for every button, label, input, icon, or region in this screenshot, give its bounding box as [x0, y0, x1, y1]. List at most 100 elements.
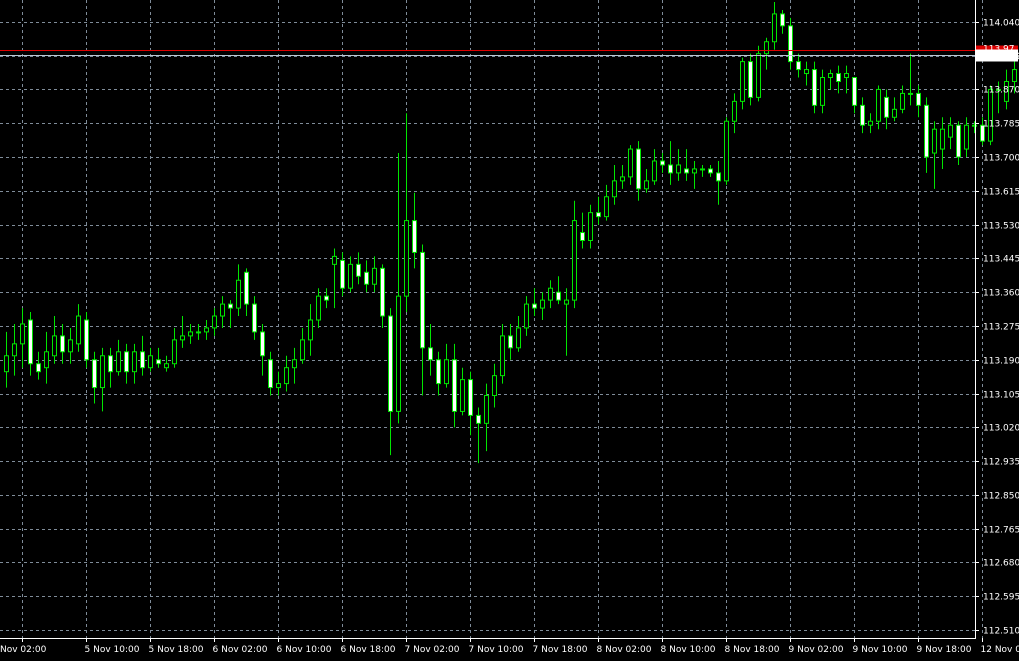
chart-background — [0, 0, 1019, 661]
bull-candle-body — [100, 355, 105, 389]
bull-candle-body — [316, 295, 321, 321]
bull-candle-body — [724, 120, 729, 182]
candle[interactable] — [748, 53, 753, 106]
bear-candle-body — [428, 347, 433, 361]
bear-candle-body — [636, 148, 641, 190]
bear-candle-body — [884, 96, 889, 118]
bull-candle-body — [804, 69, 809, 75]
time-tick-label: 8 Nov 18:00 — [725, 645, 780, 655]
price-tick-label: 113.785 — [983, 120, 1019, 130]
price-tick-label: 113.700 — [983, 154, 1019, 164]
price-tick-label: 113.870 — [983, 86, 1019, 96]
bear-candle-body — [260, 331, 265, 357]
candle[interactable] — [724, 117, 729, 185]
price-tick-label: 112.680 — [983, 559, 1019, 569]
bear-candle-body — [420, 251, 425, 349]
ask-price-tag-text: 113.957 — [982, 52, 1019, 62]
bull-candle-body — [908, 92, 913, 95]
candle[interactable] — [788, 17, 793, 70]
bull-candle-body — [500, 335, 505, 377]
price-tick-label: 112.510 — [983, 627, 1019, 637]
bear-candle-body — [532, 303, 537, 309]
bull-candle-body — [20, 323, 25, 345]
bull-candle-body — [292, 359, 297, 369]
bull-candle-body — [964, 124, 969, 150]
bull-candle-body — [676, 164, 681, 174]
bull-candle-body — [372, 267, 377, 285]
bear-candle-body — [916, 92, 921, 106]
bear-candle-body — [60, 335, 65, 353]
candle[interactable] — [812, 61, 817, 114]
bull-candle-body — [12, 343, 17, 357]
bull-candle-body — [180, 335, 185, 341]
bear-candle-body — [268, 359, 273, 389]
bull-candle-body — [444, 359, 449, 385]
bull-candle-body — [628, 148, 633, 178]
bull-candle-body — [572, 220, 577, 301]
bull-candle-body — [644, 180, 649, 190]
price-tick-label: 113.530 — [983, 222, 1019, 232]
bull-candle-body — [276, 383, 281, 389]
bull-candle-body — [940, 128, 945, 150]
bull-candle-body — [828, 73, 833, 79]
price-tick-label: 112.595 — [983, 593, 1019, 603]
price-tick-label: 113.445 — [983, 255, 1019, 265]
bull-candle-body — [300, 339, 305, 361]
price-tick-label: 114.040 — [983, 19, 1019, 29]
time-tick-label: 9 Nov 02:00 — [789, 645, 844, 655]
bull-candle-body — [732, 100, 737, 122]
bull-candle-body — [932, 128, 937, 154]
bear-candle-body — [780, 13, 785, 27]
candlestick-chart-svg[interactable]: 114.040113.955113.870113.785113.700113.6… — [0, 0, 1019, 661]
bear-candle-body — [468, 379, 473, 416]
bear-candle-body — [956, 124, 961, 158]
time-tick-label: 5 Nov 10:00 — [85, 645, 140, 655]
candle[interactable] — [756, 45, 761, 102]
bear-candle-body — [748, 61, 753, 98]
bull-candle-body — [740, 61, 745, 102]
time-tick-label: 8 Nov 02:00 — [597, 645, 652, 655]
bear-candle-body — [436, 359, 441, 385]
bear-candle-body — [140, 351, 145, 369]
bull-candle-body — [588, 212, 593, 241]
bear-candle-body — [108, 355, 113, 373]
bear-candle-body — [836, 73, 841, 82]
bull-candle-body — [188, 331, 193, 337]
bull-candle-body — [396, 295, 401, 412]
bull-candle-body — [772, 13, 777, 43]
bull-candle-body — [460, 379, 465, 412]
bear-candle-body — [92, 359, 97, 389]
time-tick-label: 6 Nov 10:00 — [277, 645, 332, 655]
bear-candle-body — [708, 168, 713, 174]
bull-candle-body — [1012, 69, 1017, 82]
time-tick-label: 5 Nov 18:00 — [149, 645, 204, 655]
bear-candle-body — [860, 104, 865, 126]
bull-candle-body — [604, 196, 609, 218]
bull-candle-body — [196, 331, 201, 334]
bull-candle-body — [900, 92, 905, 110]
bull-candle-body — [236, 279, 241, 309]
bull-candle-body — [164, 363, 169, 369]
price-tick-label: 112.850 — [983, 492, 1019, 502]
bull-candle-body — [204, 327, 209, 333]
bear-candle-body — [364, 271, 369, 285]
bull-candle-body — [540, 299, 545, 309]
bear-candle-body — [452, 359, 457, 412]
bear-candle-body — [684, 168, 689, 174]
bull-candle-body — [876, 88, 881, 122]
bear-candle-body — [84, 319, 89, 361]
price-chart[interactable]: 114.040113.955113.870113.785113.700113.6… — [0, 0, 1019, 661]
bull-candle-body — [652, 160, 657, 182]
time-tick-label: 7 Nov 02:00 — [405, 645, 460, 655]
bull-candle-body — [548, 287, 553, 301]
candle[interactable] — [740, 57, 745, 110]
bear-candle-body — [412, 220, 417, 253]
time-tick-label: 9 Nov 10:00 — [853, 645, 908, 655]
price-tick-label: 113.615 — [983, 188, 1019, 198]
bull-candle-body — [76, 315, 81, 345]
bear-candle-body — [340, 259, 345, 289]
bull-candle-body — [764, 41, 769, 55]
bull-candle-body — [692, 168, 697, 174]
bull-candle-body — [756, 53, 761, 98]
candle[interactable] — [84, 312, 89, 368]
